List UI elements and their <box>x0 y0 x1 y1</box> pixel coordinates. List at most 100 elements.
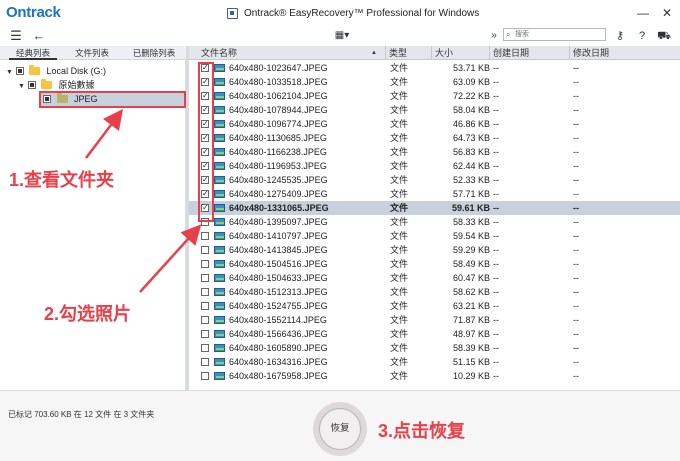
table-row[interactable]: 640x480-1096774.JPEG文件46.86 KB---- <box>189 117 680 131</box>
column-header-name[interactable]: 文件名称 ▲ <box>189 46 386 60</box>
modified-date-cell: -- <box>573 119 579 129</box>
row-checkbox[interactable] <box>201 246 209 254</box>
back-arrow-icon[interactable]: ← <box>31 28 47 44</box>
tab-deleted-list[interactable]: 已删除列表 <box>126 47 182 60</box>
recover-button[interactable]: 恢复 <box>319 408 361 450</box>
row-checkbox[interactable] <box>201 288 209 296</box>
menu-icon[interactable]: ☰ <box>9 28 23 44</box>
annotation-step-1: 1.查看文件夹 <box>9 170 115 190</box>
table-row[interactable]: 640x480-1512313.JPEG 文件 58.62 KB -- -- <box>189 285 680 299</box>
row-checkbox[interactable] <box>201 260 209 268</box>
table-row[interactable]: 640x480-1634316.JPEG 文件 51.15 KB -- -- <box>189 355 680 369</box>
image-file-icon <box>214 92 225 100</box>
expand-chevron-icon[interactable]: » <box>488 28 500 44</box>
search-box[interactable]: ⌕ <box>503 28 606 41</box>
table-row[interactable]: 640x480-1023647.JPEG文件53.71 KB---- <box>189 61 680 75</box>
table-row[interactable]: 640x480-1395097.JPEG 文件 58.33 KB -- -- <box>189 215 680 229</box>
bottom-bar: 已标记 703.60 KB 在 12 文件 在 3 文件夹 恢复 <box>0 390 680 461</box>
row-checkbox[interactable] <box>201 316 209 324</box>
created-date-cell: -- <box>493 231 499 241</box>
table-row[interactable]: 640x480-1524755.JPEG 文件 63.21 KB -- -- <box>189 299 680 313</box>
file-size-cell: 59.54 KB <box>452 231 490 241</box>
cart-icon[interactable]: ⛟ <box>656 28 672 44</box>
table-row[interactable]: 640x480-1410797.JPEG 文件 59.54 KB -- -- <box>189 229 680 243</box>
file-type-cell: 文件 <box>390 343 409 353</box>
file-name-cell: 640x480-1245535.JPEG <box>229 175 328 185</box>
image-file-icon <box>214 358 225 366</box>
file-type-cell: 文件 <box>390 189 409 199</box>
help-icon[interactable]: ? <box>636 28 648 44</box>
file-type-cell: 文件 <box>390 315 409 325</box>
image-file-icon <box>214 316 225 324</box>
file-name-cell: 640x480-1078944.JPEG <box>229 105 328 115</box>
modified-date-cell: -- <box>573 245 579 255</box>
tab-classic-list[interactable]: 经典列表 <box>9 47 57 60</box>
image-file-icon <box>214 288 225 296</box>
table-row[interactable]: 640x480-1062104.JPEG文件72.22 KB---- <box>189 89 680 103</box>
minimize-button[interactable]: — <box>634 5 652 21</box>
tree-item-local-disk[interactable]: ▼ Local Disk (G:) <box>6 64 184 78</box>
file-name-cell: 640x480-1634316.JPEG <box>229 357 328 367</box>
annotation-box-checkboxes <box>198 62 214 222</box>
table-row[interactable]: 640x480-1504516.JPEG 文件 58.49 KB -- -- <box>189 257 680 271</box>
file-type-cell: 文件 <box>390 147 409 157</box>
table-row[interactable]: 640x480-1033518.JPEG文件63.09 KB---- <box>189 75 680 89</box>
table-row[interactable]: 640x480-1130685.JPEG文件64.73 KB---- <box>189 131 680 145</box>
table-row[interactable]: 640x480-1078944.JPEG文件58.04 KB---- <box>189 103 680 117</box>
file-name-cell: 640x480-1395097.JPEG <box>229 217 328 227</box>
created-date-cell: -- <box>493 133 499 143</box>
marked-status-text: 已标记 703.60 KB 在 12 文件 在 3 文件夹 <box>8 410 155 419</box>
row-checkbox[interactable] <box>201 372 209 380</box>
table-row[interactable]: 640x480-1331065.JPEG文件59.61 KB---- <box>189 201 680 215</box>
row-checkbox[interactable] <box>201 358 209 366</box>
file-type-cell: 文件 <box>390 91 409 101</box>
column-header-created[interactable]: 创建日期 <box>490 46 570 60</box>
table-row[interactable]: 640x480-1245535.JPEG文件52.33 KB---- <box>189 173 680 187</box>
row-checkbox[interactable] <box>201 232 209 240</box>
file-size-cell: 59.29 KB <box>452 245 490 255</box>
file-name-cell: 640x480-1566436.JPEG <box>229 329 328 339</box>
table-row[interactable]: 640x480-1675958.JPEG 文件 10.29 KB -- -- <box>189 369 680 383</box>
table-row[interactable]: 640x480-1605890.JPEG 文件 58.39 KB -- -- <box>189 341 680 355</box>
expand-triangle-icon[interactable]: ▼ <box>18 80 25 94</box>
column-header-modified[interactable]: 修改日期 <box>570 46 680 60</box>
file-name-cell: 640x480-1524755.JPEG <box>229 301 328 311</box>
search-input[interactable] <box>515 29 603 40</box>
column-header-size[interactable]: 大小 <box>432 46 490 60</box>
file-size-cell: 10.29 KB <box>452 371 490 381</box>
table-row[interactable]: 640x480-1166238.JPEG文件56.83 KB---- <box>189 145 680 159</box>
row-checkbox[interactable] <box>201 302 209 310</box>
tab-file-list[interactable]: 文件列表 <box>68 47 116 60</box>
row-checkbox[interactable] <box>201 344 209 352</box>
table-row[interactable]: 640x480-1552114.JPEG 文件 71.87 KB -- -- <box>189 313 680 327</box>
key-icon[interactable]: ⚷ <box>613 28 627 44</box>
image-file-icon <box>214 274 225 282</box>
image-file-icon <box>214 148 225 156</box>
view-grid-icon[interactable]: ▦▾ <box>334 28 350 44</box>
table-row[interactable]: 640x480-1413845.JPEG 文件 59.29 KB -- -- <box>189 243 680 257</box>
file-size-cell: 46.86 KB <box>452 119 490 129</box>
row-checkbox[interactable] <box>201 274 209 282</box>
image-file-icon <box>214 106 225 114</box>
image-file-icon <box>214 176 225 184</box>
modified-date-cell: -- <box>573 217 579 227</box>
file-type-cell: 文件 <box>390 231 409 241</box>
image-file-icon <box>214 372 225 380</box>
file-type-cell: 文件 <box>390 161 409 171</box>
row-checkbox[interactable] <box>201 330 209 338</box>
image-file-icon <box>214 330 225 338</box>
modified-date-cell: -- <box>573 77 579 87</box>
file-name-cell: 640x480-1062104.JPEG <box>229 91 328 101</box>
tree-checkbox[interactable] <box>27 81 36 89</box>
table-row[interactable]: 640x480-1196953.JPEG文件62.44 KB---- <box>189 159 680 173</box>
table-row[interactable]: 640x480-1504633.JPEG 文件 60.47 KB -- -- <box>189 271 680 285</box>
tree-item-raw-data[interactable]: ▼ 原始數據 <box>18 78 184 92</box>
column-header-type[interactable]: 类型 <box>386 46 432 60</box>
tree-checkbox[interactable] <box>15 67 24 75</box>
table-row[interactable]: 640x480-1566436.JPEG 文件 48.97 KB -- -- <box>189 327 680 341</box>
close-button[interactable]: ✕ <box>658 5 676 21</box>
table-row[interactable]: 640x480-1275409.JPEG文件57.71 KB---- <box>189 187 680 201</box>
file-name-cell: 640x480-1605890.JPEG <box>229 343 328 353</box>
file-name-cell: 640x480-1552114.JPEG <box>229 315 327 325</box>
expand-triangle-icon[interactable]: ▼ <box>6 66 13 80</box>
